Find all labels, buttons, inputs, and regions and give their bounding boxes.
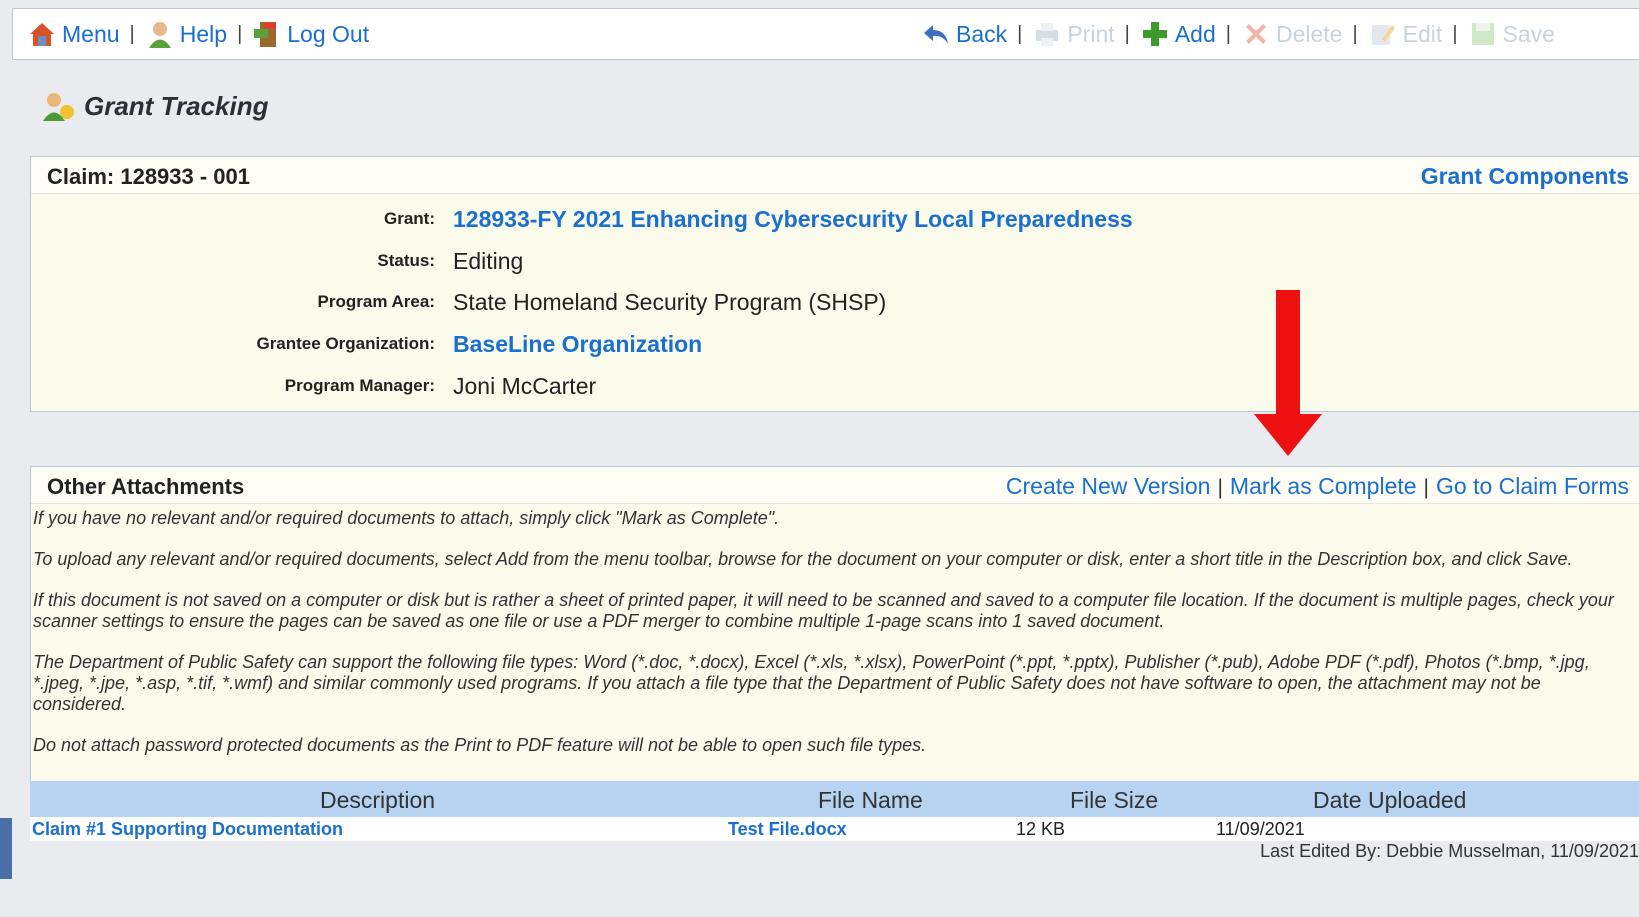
print-label: Print (1067, 20, 1115, 47)
attachments-title: Other Attachments (47, 474, 245, 499)
instructions: If you have no relevant and/or required … (33, 508, 1633, 776)
claim-header: Claim: 128933 - 001 Grant Components (31, 157, 1639, 194)
menu-label: Menu (62, 20, 120, 47)
help-label: Help (179, 20, 228, 47)
save-icon (1471, 23, 1494, 45)
print-icon (1036, 23, 1059, 46)
grant-row: Grant: 128933-FY 2021 Enhancing Cybersec… (31, 201, 1639, 237)
add-label: Add (1174, 20, 1216, 47)
save-label: Save (1502, 20, 1555, 47)
instruction-paragraph: The Department of Public Safety can supp… (33, 652, 1590, 714)
separator: | (1423, 476, 1430, 499)
separator: | (1452, 22, 1458, 45)
row-file-size: 12 KB (1016, 819, 1066, 839)
program-area-label: Program Area: (317, 292, 435, 311)
top-toolbar: Menu | Help | Log Out Back | Print | Add… (12, 8, 1639, 60)
page-title: Grant Tracking (40, 88, 268, 124)
program-area-row: Program Area: State Homeland Security Pr… (31, 284, 1639, 320)
separator: | (1017, 22, 1023, 45)
go-to-claim-forms-link[interactable]: Go to Claim Forms (1436, 473, 1629, 499)
last-edited: Last Edited By: Debbie Musselman, 11/09/… (1260, 841, 1639, 861)
edit-icon (1371, 25, 1395, 45)
delete-label: Delete (1275, 20, 1343, 47)
status-value: Editing (453, 247, 524, 274)
toolbar-left: Menu | Help | Log Out (27, 19, 369, 49)
delete-icon (1245, 24, 1266, 44)
row-description-link[interactable]: Claim #1 Supporting Documentation (32, 819, 343, 840)
grantee-row: Grantee Organization: BaseLine Organizat… (31, 326, 1639, 362)
instruction-paragraph: Do not attach password protected documen… (33, 735, 927, 755)
separator: | (1352, 22, 1358, 45)
menu-icon (30, 23, 54, 46)
status-label: Status: (377, 251, 435, 270)
logout-icon (254, 22, 277, 47)
create-new-version-link[interactable]: Create New Version (1006, 473, 1211, 499)
menu-button[interactable]: Menu (27, 19, 120, 49)
help-button[interactable]: Help (145, 19, 227, 49)
add-button[interactable]: Add (1140, 19, 1216, 49)
program-area-value: State Homeland Security Program (SHSP) (453, 288, 887, 315)
print-button[interactable]: Print (1032, 19, 1115, 49)
separator: | (1217, 476, 1223, 499)
mark-as-complete-link[interactable]: Mark as Complete (1230, 473, 1417, 499)
toolbar-right: Back | Print | Add | Delete | Edit | Sav… (921, 19, 1555, 49)
back-icon (924, 25, 948, 44)
logout-label: Log Out (287, 20, 370, 47)
program-manager-row: Program Manager: Joni McCarter (31, 368, 1639, 404)
separator: | (237, 22, 243, 45)
back-button[interactable]: Back (921, 19, 1007, 49)
attachments-header-links: Create New Version | Mark as Complete | Go t… (1006, 473, 1629, 500)
column-date-uploaded[interactable]: Date Uploaded (1313, 787, 1466, 814)
edit-button[interactable]: Edit (1368, 19, 1443, 49)
attachments-table-header: Description File Name File Size Date Upl… (30, 781, 1639, 817)
logout-button[interactable]: Log Out (252, 19, 369, 49)
claim-panel: Claim: 128933 - 001 Grant Components Gra… (30, 156, 1639, 412)
separator: | (129, 22, 135, 45)
edit-label: Edit (1402, 20, 1443, 47)
separator: | (1225, 22, 1231, 45)
row-date-uploaded: 11/09/2021 (1216, 819, 1305, 839)
back-label: Back (956, 20, 1008, 47)
add-icon (1142, 22, 1167, 46)
grant-tracking-icon (43, 93, 74, 121)
grantee-link[interactable]: BaseLine Organization (453, 331, 702, 358)
status-row: Status: Editing (31, 243, 1639, 279)
program-manager-value: Joni McCarter (453, 372, 597, 399)
grant-components-link[interactable]: Grant Components (1421, 163, 1629, 189)
column-file-name[interactable]: File Name (818, 787, 923, 814)
grantee-label: Grantee Organization: (256, 334, 435, 353)
column-description[interactable]: Description (320, 787, 435, 814)
instruction-paragraph: To upload any relevant and/or required d… (33, 549, 1573, 569)
save-button[interactable]: Save (1468, 19, 1555, 49)
red-arrow-annotation (1254, 290, 1322, 456)
page-title-text: Grant Tracking (84, 90, 269, 121)
help-icon (148, 22, 171, 48)
grant-link[interactable]: 128933-FY 2021 Enhancing Cybersecurity L… (453, 206, 1133, 233)
instruction-paragraph: If you have no relevant and/or required … (33, 508, 780, 528)
left-edge-decoration (0, 818, 12, 879)
grant-label: Grant: (384, 209, 435, 228)
separator: | (1124, 22, 1130, 45)
program-manager-label: Program Manager: (284, 376, 435, 395)
claim-header-links: Grant Components (1421, 163, 1629, 190)
column-file-size[interactable]: File Size (1070, 787, 1158, 814)
table-row: Claim #1 Supporting Documentation Test F… (30, 817, 1639, 841)
attachments-header: Other Attachments Create New Version | Mar… (31, 467, 1639, 504)
instruction-paragraph: If this document is not saved on a compu… (33, 590, 1614, 631)
delete-button[interactable]: Delete (1241, 19, 1342, 49)
row-file-name-link[interactable]: Test File.docx (728, 819, 847, 840)
claim-title: Claim: 128933 - 001 (47, 164, 251, 189)
